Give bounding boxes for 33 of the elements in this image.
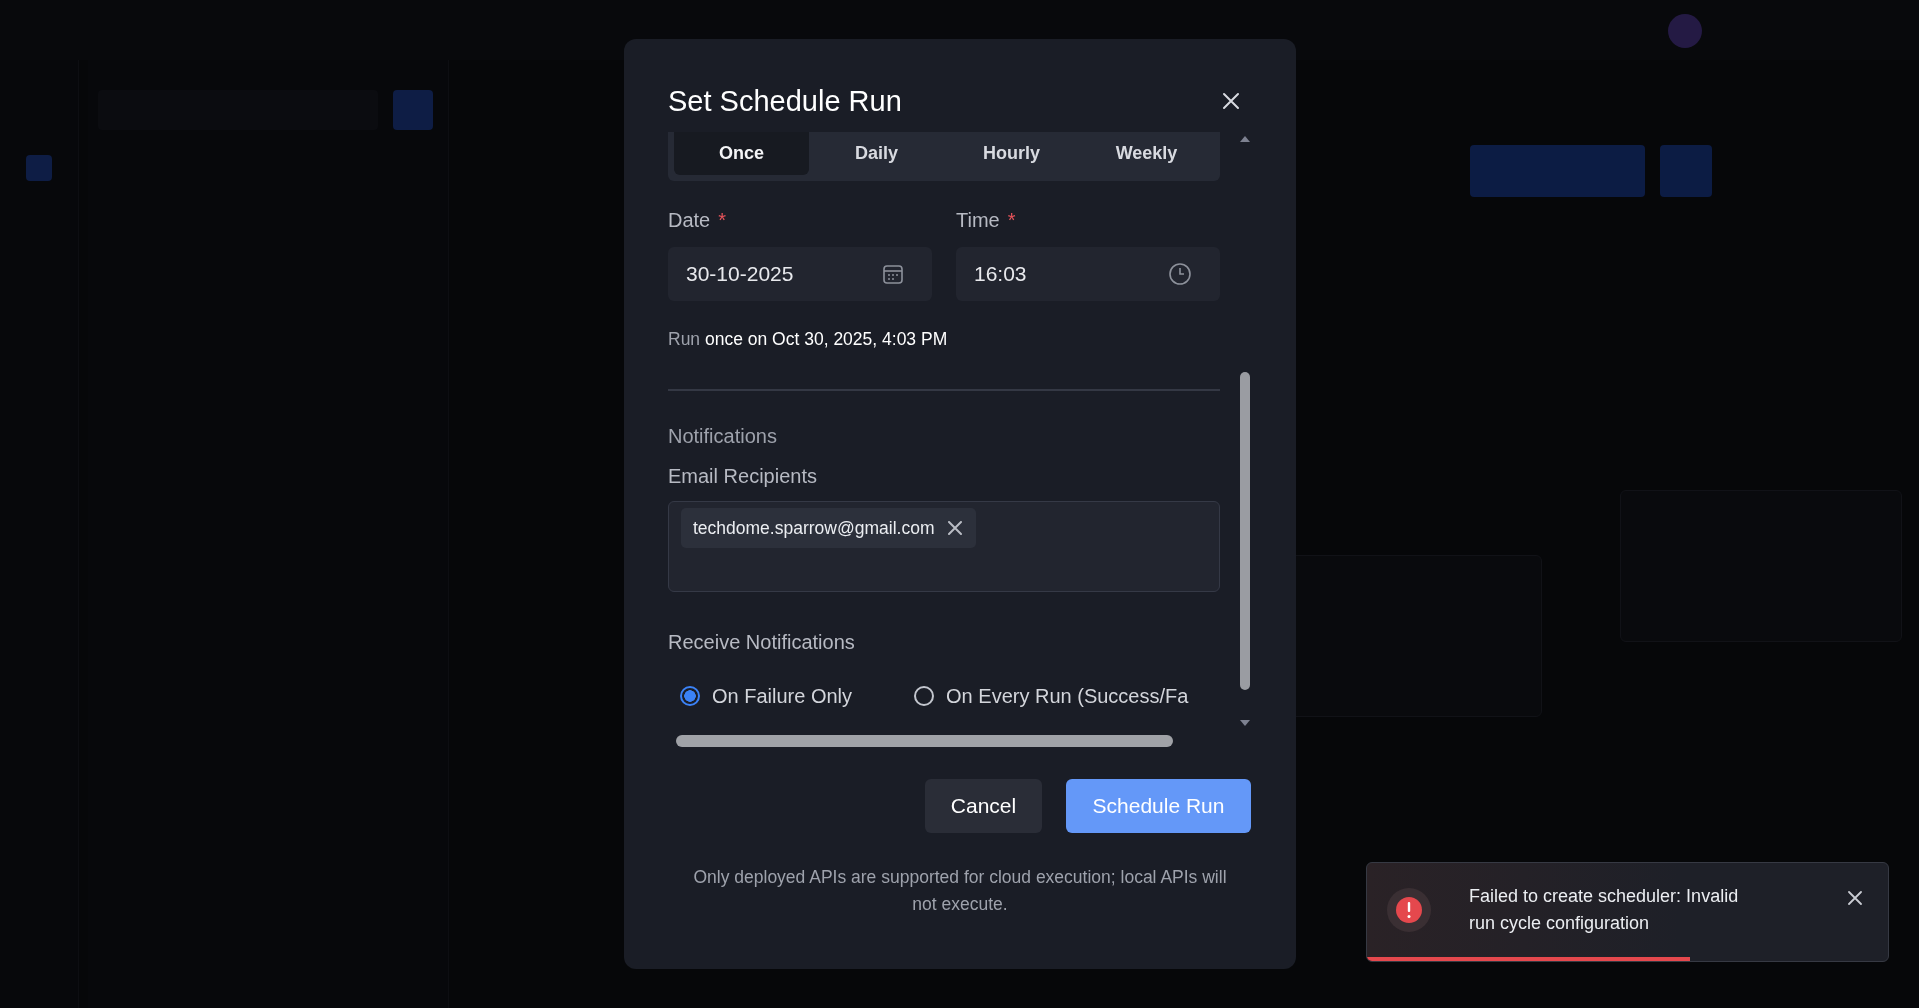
recipient-chip[interactable]: techdome.sparrow@gmail.com [681, 508, 977, 548]
radio-label: On Failure Only [712, 684, 853, 708]
field-label: Time [956, 208, 1000, 232]
schedule-summary: Run once on Oct 30, 2025, 4:03 PM [668, 328, 949, 350]
radio-button[interactable] [914, 686, 935, 706]
required-mark: * [1007, 208, 1016, 232]
section-heading: Notifications [668, 424, 778, 448]
cancel-button[interactable]: Cancel [925, 779, 1042, 833]
error-icon [1387, 888, 1431, 932]
radio-button[interactable] [680, 686, 700, 706]
horizontal-scrollbar[interactable] [676, 735, 1173, 747]
frequency-tab[interactable]: Weekly [1079, 132, 1214, 175]
scroll-down-icon[interactable] [1240, 719, 1250, 727]
dialog-title: Set Schedule Run [668, 83, 902, 118]
required-mark: * [718, 208, 727, 232]
clock-icon[interactable] [1168, 262, 1192, 286]
time-field[interactable]: 16:03 [956, 247, 1220, 301]
email-label: Email Recipients [668, 464, 818, 488]
footer-note: Only deployed APIs are supported for cloud execution; local APIs will not execute. [692, 866, 1228, 916]
date-field[interactable]: 30-10-2025 [668, 247, 932, 301]
close-icon[interactable] [1222, 91, 1240, 110]
toast-message: Failed to create scheduler: Invalid run cycle configuration [1469, 885, 1740, 935]
receive-label: Receive Notifications [668, 630, 856, 654]
radio-label: On Every Run (Success/Fa [946, 684, 1189, 708]
frequency-tab[interactable]: Hourly [944, 132, 1079, 175]
calendar-icon[interactable] [882, 263, 904, 285]
close-icon[interactable] [1848, 891, 1862, 905]
frequency-tab[interactable]: Daily [809, 132, 944, 175]
email-recipients-field[interactable]: techdome.sparrow@gmail.com [668, 501, 1220, 592]
remove-icon[interactable] [948, 521, 963, 535]
field-label: Date [668, 208, 711, 232]
scroll-up-icon[interactable] [1240, 135, 1250, 143]
frequency-tab[interactable]: Once [674, 132, 809, 175]
